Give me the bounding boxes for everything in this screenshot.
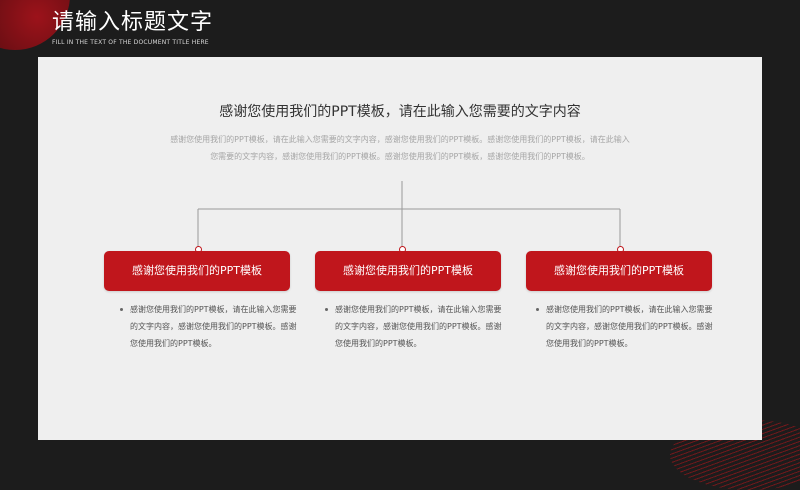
bullet-icon bbox=[325, 308, 328, 311]
page-title: 请输入标题文字 bbox=[52, 10, 214, 35]
feature-text-1: 感谢您使用我们的PPT模板，请在此输入您需要的文字内容，感谢您使用我们的PPT模… bbox=[120, 301, 298, 352]
slide-header: 请输入标题文字 FILL IN THE TEXT OF THE DOCUMENT… bbox=[0, 0, 800, 56]
content-panel: 感谢您使用我们的PPT模板，请在此输入您需要的文字内容 感谢您使用我们的PPT模… bbox=[38, 57, 762, 440]
feature-text-3: 感谢您使用我们的PPT模板，请在此输入您需要的文字内容，感谢您使用我们的PPT模… bbox=[536, 301, 714, 352]
feature-text-content: 感谢您使用我们的PPT模板，请在此输入您需要的文字内容，感谢您使用我们的PPT模… bbox=[335, 305, 502, 348]
page-subtitle: FILL IN THE TEXT OF THE DOCUMENT TITLE H… bbox=[52, 39, 209, 46]
bullet-icon bbox=[536, 308, 539, 311]
feature-text-2: 感谢您使用我们的PPT模板，请在此输入您需要的文字内容，感谢您使用我们的PPT模… bbox=[325, 301, 503, 352]
feature-text-content: 感谢您使用我们的PPT模板，请在此输入您需要的文字内容，感谢您使用我们的PPT模… bbox=[130, 305, 297, 348]
feature-box-1: 感谢您使用我们的PPT模板 bbox=[104, 251, 290, 291]
feature-box-2: 感谢您使用我们的PPT模板 bbox=[315, 251, 501, 291]
feature-box-3: 感谢您使用我们的PPT模板 bbox=[526, 251, 712, 291]
bullet-icon bbox=[120, 308, 123, 311]
feature-text-content: 感谢您使用我们的PPT模板，请在此输入您需要的文字内容，感谢您使用我们的PPT模… bbox=[546, 305, 713, 348]
